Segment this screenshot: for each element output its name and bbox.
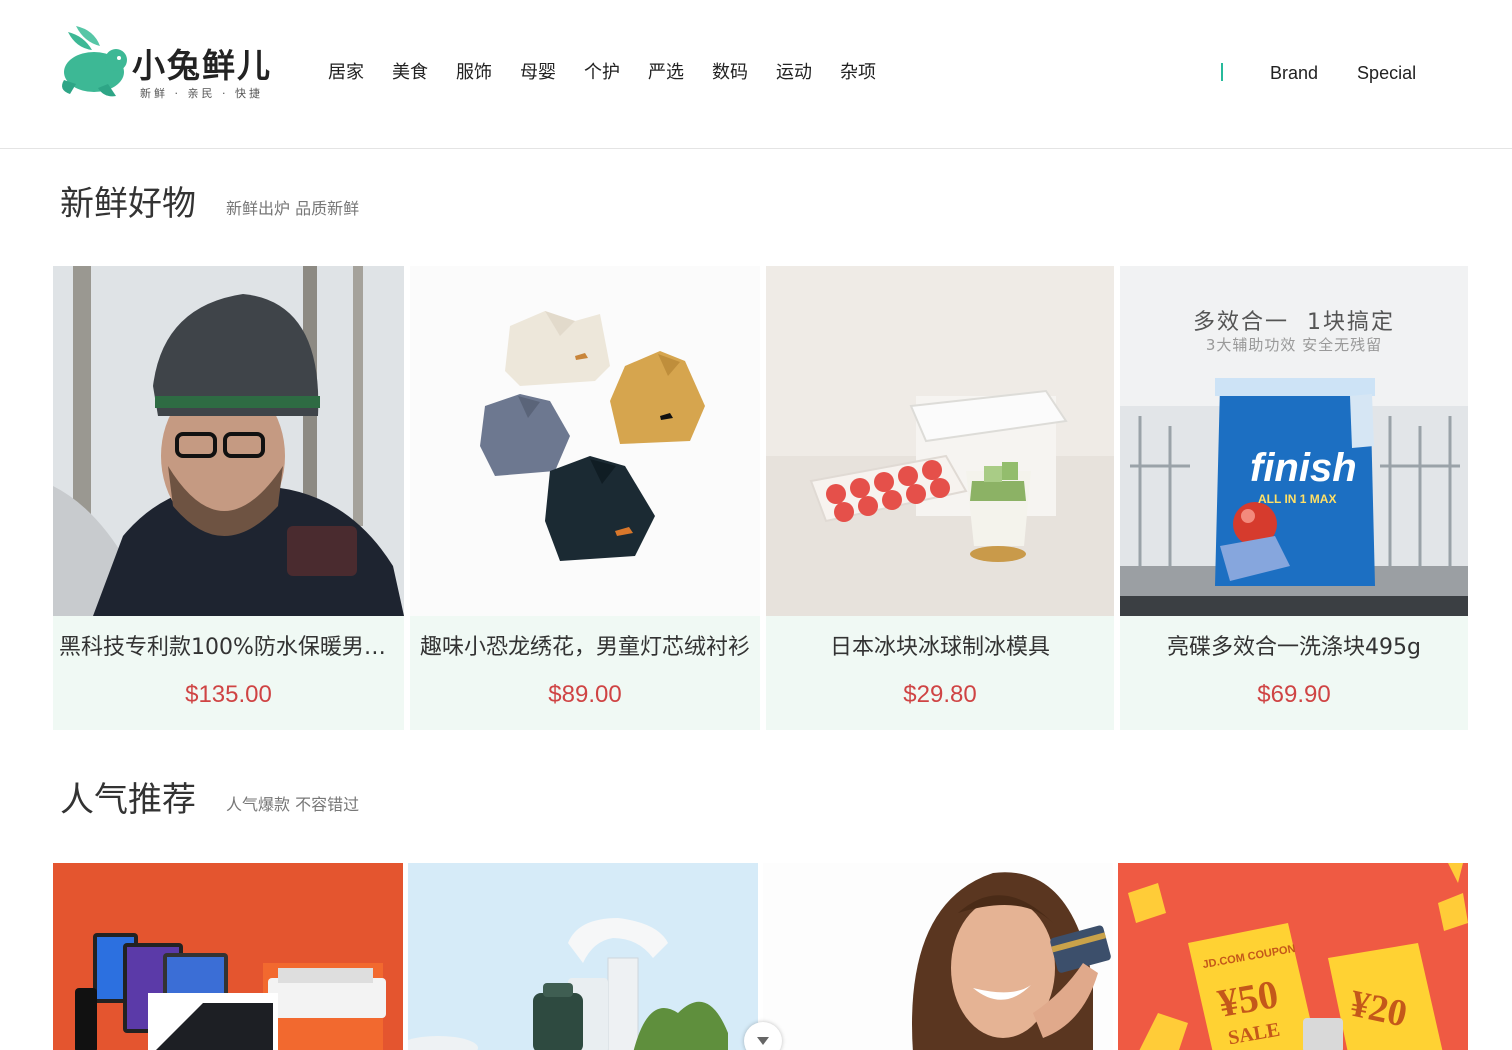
secondary-nav: Brand Special [1270,58,1416,88]
product-card[interactable]: 多效合一 1块搞定 3大辅助功效 安全无残留 finish ALL IN 1 M… [1120,266,1468,730]
product-card[interactable]: 黑科技专利款100%防水保暖男士毛线帽 $135.00 [53,266,404,730]
brand-tagline: 新鲜 · 亲民 · 快捷 [140,87,263,100]
nav-item-home[interactable]: 居家 [314,58,378,88]
nav-item-food[interactable]: 美食 [378,58,442,88]
site-logo[interactable]: 小兔鲜儿 新鲜 · 亲民 · 快捷 [54,22,284,102]
promo-subline: 3大辅助功效 安全无残留 [1205,336,1383,354]
product-image [766,266,1114,616]
product-price: $69.90 [1257,681,1331,708]
product-price: $29.80 [903,681,977,708]
product-price: $89.00 [548,681,622,708]
promo-brand-word: finish [1250,446,1357,490]
product-price: $135.00 [185,681,272,708]
category-nav: 居家 美食 服饰 母婴 个护 严选 数码 运动 杂项 [314,58,890,88]
product-card[interactable]: 日本冰块冰球制冰模具 $29.80 [766,266,1114,730]
nav-item-baby[interactable]: 母婴 [506,58,570,88]
promo-headline: 多效合一 1块搞定 [1193,310,1395,335]
nav-item-misc[interactable]: 杂项 [826,58,890,88]
nav-item-selected[interactable]: 严选 [634,58,698,88]
nav-divider [1221,63,1223,81]
section-title: 人气推荐 [60,780,196,820]
nav-item-digital[interactable]: 数码 [698,58,762,88]
hot-section-header: 人气推荐 人气爆款 不容错过 [60,773,359,823]
product-name: 日本冰块冰球制冰模具 [829,635,1050,660]
home-appliance-banner[interactable] [408,863,758,1050]
brand-name: 小兔鲜儿 [132,46,272,85]
scroll-down-button[interactable] [744,1022,782,1050]
nav-item-sports[interactable]: 运动 [762,58,826,88]
product-image [53,266,404,616]
promo-brand-sub: ALL IN 1 MAX [1258,492,1337,506]
product-name: 黑科技专利款100%防水保暖男士毛线帽 [59,635,404,660]
fresh-product-grid: 黑科技专利款100%防水保暖男士毛线帽 $135.00 趣味小恐龙绣花，男童灯芯… [53,266,1468,730]
product-name: 亮碟多效合一洗涤块495g [1167,635,1421,660]
section-title: 新鲜好物 [60,184,196,224]
fresh-section-header: 新鲜好物 新鲜出炉 品质新鲜 [60,177,359,227]
product-image: 多效合一 1块搞定 3大辅助功效 安全无残留 finish ALL IN 1 M… [1120,266,1468,616]
nav-item-brand[interactable]: Brand [1270,58,1318,88]
product-card[interactable]: 趣味小恐龙绣花，男童灯芯绒衬衫 $89.00 [410,266,760,730]
coupon-banner[interactable]: JD.COM COUPON ¥50 ¥20 SALE [1118,863,1468,1050]
nav-item-personal-care[interactable]: 个护 [570,58,634,88]
nav-item-special[interactable]: Special [1357,58,1416,88]
section-subtitle: 人气爆款 不容错过 [226,795,360,814]
digital-devices-banner[interactable] [53,863,403,1050]
happy-shopper-banner[interactable] [763,863,1113,1050]
product-name: 趣味小恐龙绣花，男童灯芯绒衬衫 [419,635,750,660]
chevron-down-icon [757,1037,769,1045]
rabbit-logo-icon [62,26,127,97]
nav-item-apparel[interactable]: 服饰 [442,58,506,88]
site-header: 小兔鲜儿 新鲜 · 亲民 · 快捷 居家 美食 服饰 母婴 个护 严选 数码 运… [0,0,1512,149]
product-image [410,266,760,616]
section-subtitle: 新鲜出炉 品质新鲜 [226,199,360,218]
